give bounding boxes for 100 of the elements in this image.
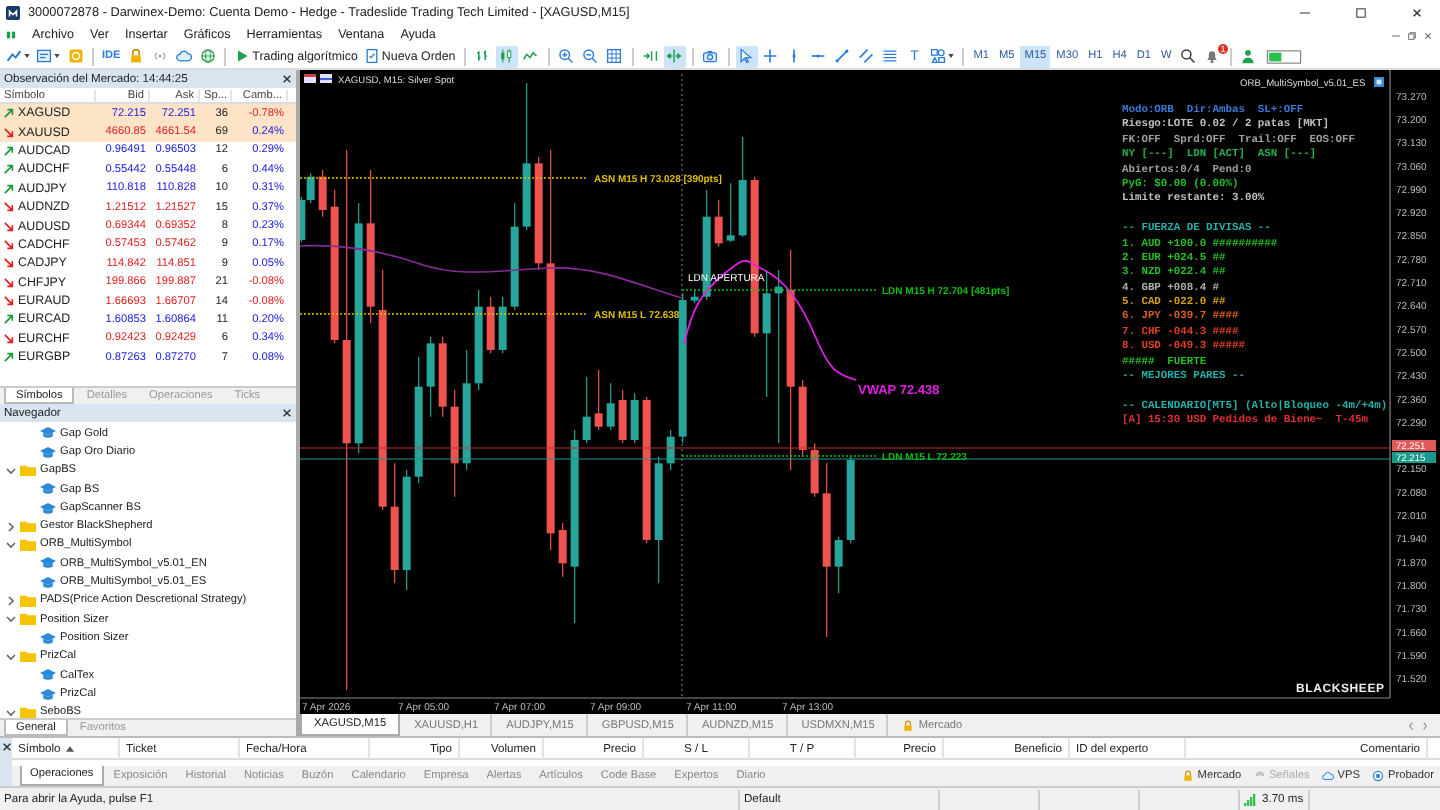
line-chart-icon: [6, 48, 22, 64]
candle: [666, 429, 675, 471]
bar-chart-icon: [474, 48, 491, 64]
zoom-in-button[interactable]: [555, 45, 578, 67]
folder-icon: [20, 463, 36, 477]
candle: [486, 296, 495, 354]
caret-icon: [947, 54, 954, 58]
caret-icon: [54, 54, 60, 58]
candle: [714, 199, 723, 248]
maximize-icon: [1355, 8, 1365, 18]
candle: [594, 369, 603, 431]
candle: [438, 336, 447, 418]
scroll-icon: [642, 48, 659, 64]
mortarboard-icon: [40, 445, 56, 459]
candle: [738, 136, 747, 238]
mortarboard-icon: [40, 575, 56, 589]
candle: [654, 456, 663, 584]
template-icon: [36, 48, 52, 64]
candle: [618, 389, 627, 444]
connection-meter-icon: [1265, 49, 1302, 63]
candle: [762, 269, 771, 398]
candlestick-button[interactable]: [495, 45, 518, 67]
chevron-icon[interactable]: [6, 595, 16, 606]
candle: [606, 382, 615, 431]
person-icon: [1240, 48, 1257, 64]
candle: [726, 182, 735, 243]
shift-icon: [666, 48, 683, 64]
close-icon[interactable]: [1, 742, 11, 752]
chevron-icon[interactable]: [6, 465, 16, 476]
candle: [810, 442, 819, 498]
close-icon[interactable]: [1411, 8, 1421, 18]
line-chart-button[interactable]: [4, 45, 32, 67]
bell-icon: [1204, 48, 1221, 64]
mortarboard-icon: [40, 426, 56, 440]
candle: [450, 389, 459, 498]
chevron-icon[interactable]: [6, 521, 16, 532]
channel-icon: [858, 48, 875, 64]
template-button[interactable]: [34, 45, 62, 67]
chevron-icon[interactable]: [6, 707, 16, 718]
close-icon[interactable]: [282, 74, 292, 84]
mortarboard-icon: [40, 668, 56, 682]
shapes-icon: [929, 48, 946, 64]
scroll-button[interactable]: [639, 45, 662, 67]
chevron-icon[interactable]: [6, 539, 16, 550]
signal-icon: [1253, 769, 1266, 782]
shift-button[interactable]: [663, 45, 686, 67]
candle: [846, 456, 855, 544]
cloud-icon: [1321, 769, 1334, 782]
flag-icon: [304, 74, 332, 83]
shapes-button[interactable]: [927, 45, 956, 67]
candle: [474, 289, 483, 391]
candle: [510, 202, 519, 311]
minimize-icon: [1299, 8, 1309, 18]
app-menu-icon[interactable]: [6, 30, 16, 40]
fibonacci-button[interactable]: [879, 45, 902, 67]
candle: [630, 392, 639, 444]
mortarboard-icon: [40, 687, 56, 701]
chevron-icon[interactable]: [6, 614, 16, 625]
app-icon: [6, 6, 20, 20]
cursor-button[interactable]: [735, 45, 758, 67]
camera-icon: [702, 48, 719, 64]
globe-button[interactable]: [196, 45, 219, 67]
candle: [402, 469, 411, 591]
close-icon[interactable]: [1424, 31, 1432, 39]
candle: [690, 289, 699, 304]
indicator-icon: [1374, 77, 1384, 87]
candle: [390, 462, 399, 584]
mortarboard-icon: [40, 556, 56, 570]
crosshair-button[interactable]: [759, 45, 782, 67]
candle: [414, 356, 423, 484]
search-icon: [1180, 48, 1197, 64]
mortarboard-icon: [40, 482, 56, 496]
grid-button[interactable]: [603, 45, 626, 67]
candle: [834, 536, 843, 594]
line-chart-icon: [522, 48, 539, 64]
candle: [498, 296, 507, 354]
trend-line-button[interactable]: [831, 45, 854, 67]
camera-button[interactable]: [699, 45, 722, 67]
close-icon[interactable]: [282, 408, 292, 418]
search-button[interactable]: [1177, 45, 1200, 67]
lock-icon: [1181, 769, 1194, 782]
crosshair-icon: [762, 48, 779, 64]
cloud-button[interactable]: [172, 45, 195, 67]
mortarboard-icon: [40, 631, 56, 645]
candle: [798, 379, 807, 458]
folder-icon: [20, 649, 36, 663]
candle: [582, 376, 591, 444]
candle: [426, 336, 435, 418]
candle: [558, 522, 567, 578]
mortarboard-icon: [40, 501, 56, 515]
candle: [318, 169, 327, 218]
restore-icon[interactable]: [1408, 31, 1416, 39]
candlestick-icon: [498, 48, 515, 64]
zoom-out-button[interactable]: [579, 45, 602, 67]
globe-icon: [199, 48, 216, 64]
fibonacci-icon: [882, 48, 899, 64]
sort-icon: [66, 746, 75, 752]
play-icon: [234, 48, 251, 64]
candle: [462, 349, 471, 471]
chevron-icon[interactable]: [6, 651, 16, 662]
